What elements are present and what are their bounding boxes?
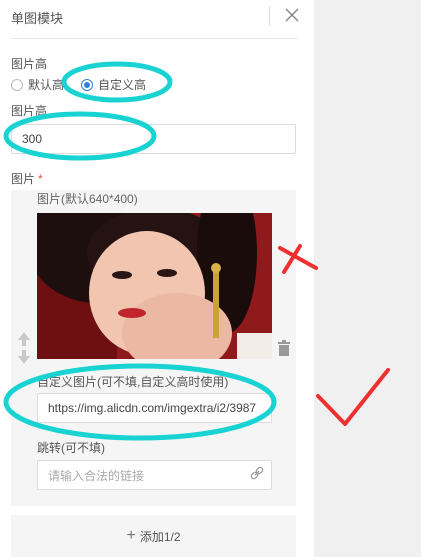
image-label-text: 图片: [11, 172, 36, 186]
radio-custom-height[interactable]: 自定义高: [81, 76, 146, 93]
height-mode-label: 图片高: [11, 57, 48, 71]
preview-image: [37, 213, 272, 359]
custom-image-url-input[interactable]: https://img.alicdn.com/imgextra/i2/3987: [37, 393, 272, 423]
trash-icon[interactable]: [277, 340, 291, 356]
radio-circle: [11, 78, 23, 91]
add-image-button[interactable]: + 添加1/2: [11, 515, 296, 557]
reorder-arrows-icon[interactable]: [17, 330, 31, 366]
plus-icon: +: [126, 527, 136, 544]
header-divider: [269, 6, 270, 26]
close-icon[interactable]: [282, 4, 302, 26]
custom-image-label: 自定义图片(可不填,自定义高时使用): [37, 375, 229, 389]
panel-title: 单图模块: [11, 11, 64, 26]
radio-circle-checked: [81, 78, 93, 91]
link-icon: [250, 466, 264, 480]
radio-label: 默认高: [28, 78, 65, 92]
height-input[interactable]: 300: [11, 124, 296, 154]
header-line: [11, 38, 297, 39]
jump-link-input[interactable]: 请输入合法的链接: [37, 460, 272, 490]
image-section-label: 图片 *: [11, 170, 43, 187]
radio-label: 自定义高: [98, 78, 147, 92]
jump-link-label: 跳转(可不填): [37, 441, 105, 455]
height-input-label: 图片高: [11, 104, 48, 118]
jump-link-placeholder: 请输入合法的链接: [48, 468, 145, 483]
add-button-label: 添加1/2: [139, 529, 181, 544]
required-mark: *: [38, 172, 43, 186]
image-default-label: 图片(默认640*400): [37, 192, 138, 206]
background-area: [314, 0, 421, 557]
module-panel: 单图模块 图片高 默认高 自定义高 图片高 300 图片 * 图片(默认640*4…: [0, 0, 314, 557]
radio-default-height[interactable]: 默认高: [11, 76, 64, 93]
